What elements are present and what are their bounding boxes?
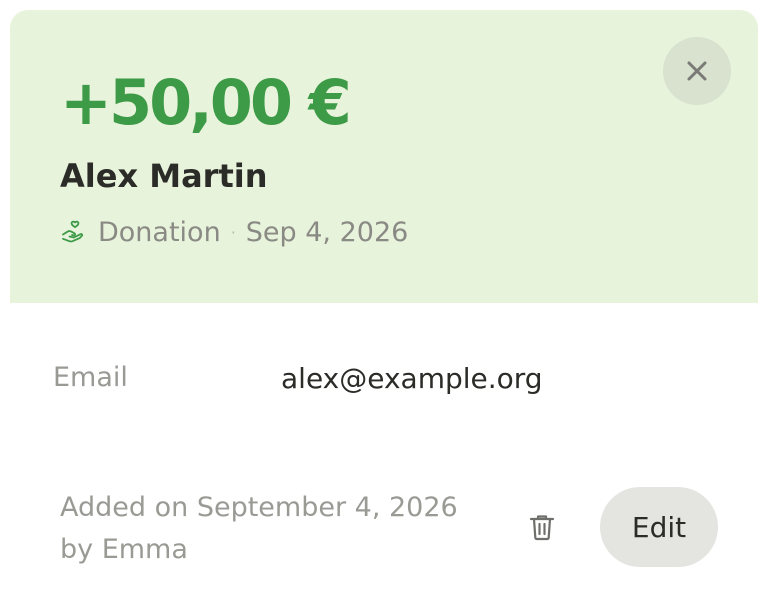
transaction-meta: Donation · Sep 4, 2026	[60, 215, 408, 249]
email-label: Email	[53, 362, 128, 393]
meta-separator: ·	[230, 222, 236, 242]
transaction-category: Donation	[98, 216, 221, 248]
transaction-detail-sheet: +50,00 € Alex Martin Donation · Sep 4, 2…	[10, 10, 758, 611]
edit-button[interactable]: Edit	[600, 487, 718, 567]
added-by-text: by Emma	[60, 534, 188, 565]
close-button[interactable]	[663, 37, 731, 105]
added-date-text: Added on September 4, 2026	[60, 492, 458, 523]
added-info: Added on September 4, 2026 by Emma	[60, 487, 458, 571]
trash-icon	[529, 515, 555, 541]
delete-button[interactable]	[529, 507, 555, 547]
transaction-amount: +50,00 €	[60, 66, 352, 139]
transaction-header: +50,00 € Alex Martin Donation · Sep 4, 2…	[10, 10, 758, 303]
close-icon	[687, 61, 707, 81]
transaction-date: Sep 4, 2026	[245, 216, 409, 248]
donation-hand-heart-icon	[60, 218, 88, 246]
email-value[interactable]: alex@example.org	[281, 362, 543, 395]
donor-name: Alex Martin	[60, 157, 268, 195]
